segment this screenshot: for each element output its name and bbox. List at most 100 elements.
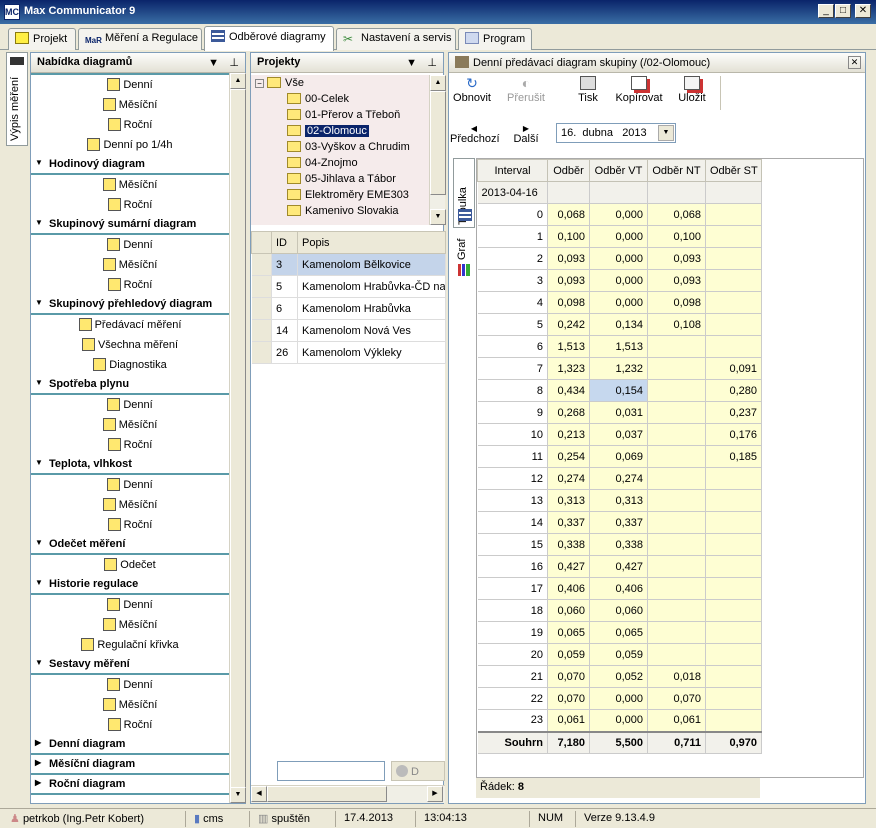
menu-item[interactable]: Denní — [31, 235, 229, 255]
scroll-thumb[interactable] — [430, 91, 446, 195]
next-button[interactable]: ▶ Další — [510, 124, 542, 145]
section-header[interactable]: ▶ Měsíční diagram — [31, 755, 229, 775]
menu-item[interactable]: Denní — [31, 595, 229, 615]
col-odber-vt[interactable]: Odběr VT — [589, 159, 648, 182]
menu-item[interactable]: Předávací měření — [31, 315, 229, 335]
tree-node[interactable]: Kamenivo Slovakia — [287, 205, 399, 221]
prev-button[interactable]: ◀ Předchozí — [450, 124, 500, 145]
grid-row[interactable]: 15 0,338 0,338 — [477, 533, 762, 556]
grid-row[interactable]: 2 0,093 0,000 0,093 — [477, 247, 762, 270]
grid-row[interactable]: 3 0,093 0,000 0,093 — [477, 269, 762, 292]
col-odber-nt[interactable]: Odběr NT — [647, 159, 706, 182]
maximize-button[interactable]: □ — [835, 4, 851, 18]
close-panel-icon[interactable]: ✕ — [848, 56, 861, 69]
grid-row[interactable]: 12 0,274 0,274 — [477, 467, 762, 490]
menu-item[interactable]: Měsíční — [31, 95, 229, 115]
menu-item[interactable]: Měsíční — [31, 695, 229, 715]
col-interval[interactable]: Interval — [477, 159, 548, 182]
scroll-down-button[interactable]: ▼ — [430, 209, 446, 225]
tree-node[interactable]: 05-Jihlava a Tábor — [287, 173, 396, 189]
collapse-icon[interactable]: − — [255, 79, 264, 88]
print-button[interactable]: Tisk — [574, 76, 602, 110]
grid-row[interactable]: 16 0,427 0,427 — [477, 555, 762, 578]
section-header[interactable]: ▼ Odečet měření — [31, 535, 229, 555]
date-picker[interactable]: 16. dubna 2013 ▼ — [556, 123, 676, 143]
menu-item[interactable]: Denní — [31, 475, 229, 495]
dropdown-arrow-icon[interactable]: ▼ — [208, 57, 219, 69]
col-popis[interactable]: Popis — [297, 231, 446, 254]
filter-input[interactable] — [277, 761, 385, 781]
view-tab-tabulka[interactable]: Tabulka — [453, 158, 475, 228]
menu-item[interactable]: Diagnostika — [31, 355, 229, 375]
grid-row[interactable]: 11 0,254 0,069 0,185 — [477, 445, 762, 468]
side-tab-vypis-mereni[interactable]: Výpis měření — [6, 52, 28, 146]
menu-item[interactable]: Odečet — [31, 555, 229, 575]
scroll-up-button[interactable]: ▲ — [230, 73, 246, 89]
tree-node[interactable]: 02-Olomouc — [287, 125, 369, 141]
diagram-menu-scrollbar[interactable]: ▲ ▼ — [229, 73, 246, 803]
list-row[interactable]: 3 Kamenolom Bělkovice — [251, 253, 446, 276]
grid-row[interactable]: 1 0,100 0,000 0,100 — [477, 225, 762, 248]
scroll-thumb[interactable] — [230, 89, 246, 789]
col-id[interactable]: ID — [271, 231, 298, 254]
list-row[interactable]: 6 Kamenolom Hrabůvka — [251, 297, 446, 320]
stop-button[interactable]: ◐ Přerušit — [504, 76, 548, 110]
list-row[interactable]: 5 Kamenolom Hrabůvka-ČD nakl — [251, 275, 446, 298]
tab-nastaveni-servis[interactable]: ✂ Nastavení a servis — [336, 28, 456, 50]
list-row[interactable]: 26 Kamenolom Výkleky — [251, 341, 446, 364]
menu-item[interactable]: Roční — [31, 435, 229, 455]
menu-item[interactable]: Všechna měření — [31, 335, 229, 355]
section-header[interactable]: ▼ Hodinový diagram — [31, 155, 229, 175]
menu-item[interactable]: Denní — [31, 395, 229, 415]
grid-row[interactable]: 23 0,061 0,000 0,061 — [477, 709, 762, 732]
tree-node[interactable]: 00-Celek — [287, 93, 349, 109]
menu-item[interactable]: Regulační křivka — [31, 635, 229, 655]
grid-row[interactable]: 7 1,323 1,232 0,091 — [477, 357, 762, 380]
grid-row[interactable]: 4 0,098 0,000 0,098 — [477, 291, 762, 314]
menu-item[interactable]: Denní po 1/4h — [31, 135, 229, 155]
grid-row[interactable]: 18 0,060 0,060 — [477, 599, 762, 622]
tree-scrollbar[interactable]: ▲ ▼ — [429, 75, 446, 225]
scroll-down-button[interactable]: ▼ — [230, 787, 246, 803]
grid-row[interactable]: 13 0,313 0,313 — [477, 489, 762, 512]
grid-row[interactable]: 5 0,242 0,134 0,108 — [477, 313, 762, 336]
section-header[interactable]: ▼ Teplota, vlhkost — [31, 455, 229, 475]
scroll-right-button[interactable]: ▶ — [427, 786, 443, 802]
menu-item[interactable]: Roční — [31, 195, 229, 215]
menu-item[interactable]: Měsíční — [31, 495, 229, 515]
filter-button[interactable]: D — [391, 761, 445, 781]
tab-projekt[interactable]: Projekt — [8, 28, 76, 50]
grid-row[interactable]: 20 0,059 0,059 — [477, 643, 762, 666]
pin-icon[interactable]: ⊥ — [229, 56, 239, 69]
section-header[interactable]: ▼ Skupinový sumární diagram — [31, 215, 229, 235]
tab-program[interactable]: Program — [458, 28, 532, 50]
tree-node[interactable]: 01-Přerov a Třeboň — [287, 109, 400, 125]
menu-item[interactable]: Roční — [31, 115, 229, 135]
menu-item[interactable]: Měsíční — [31, 255, 229, 275]
grid-row[interactable]: 17 0,406 0,406 — [477, 577, 762, 600]
menu-item[interactable]: Roční — [31, 715, 229, 735]
scroll-left-button[interactable]: ◀ — [251, 786, 267, 802]
dropdown-arrow-icon[interactable]: ▼ — [406, 57, 417, 69]
menu-item[interactable]: Měsíční — [31, 175, 229, 195]
tree-node[interactable]: 03-Vyškov a Chrudim — [287, 141, 410, 157]
refresh-button[interactable]: ↻ Obnovit — [452, 76, 492, 110]
list-hscrollbar[interactable]: ◀ ▶ — [251, 785, 445, 803]
grid-row[interactable]: 8 0,434 0,154 0,280 — [477, 379, 762, 402]
grid-row[interactable]: 0 0,068 0,000 0,068 — [477, 203, 762, 226]
menu-item[interactable]: Roční — [31, 515, 229, 535]
calendar-dropdown-icon[interactable]: ▼ — [658, 125, 674, 141]
grid-row[interactable]: 22 0,070 0,000 0,070 — [477, 687, 762, 710]
view-tab-graf[interactable]: Graf — [453, 232, 475, 284]
tree-node-root[interactable]: − Vše — [255, 77, 304, 93]
grid-row[interactable]: 14 0,337 0,337 — [477, 511, 762, 534]
minimize-button[interactable]: _ — [818, 4, 834, 18]
col-odber-st[interactable]: Odběr ST — [705, 159, 762, 182]
list-row[interactable]: 14 Kamenolom Nová Ves — [251, 319, 446, 342]
section-header[interactable]: ▼ Historie regulace — [31, 575, 229, 595]
menu-item[interactable]: Měsíční — [31, 615, 229, 635]
grid-row[interactable]: 21 0,070 0,052 0,018 — [477, 665, 762, 688]
section-header[interactable]: ▼ Spotřeba plynu — [31, 375, 229, 395]
save-button[interactable]: Uložit — [676, 76, 708, 110]
grid-row[interactable]: 6 1,513 1,513 — [477, 335, 762, 358]
